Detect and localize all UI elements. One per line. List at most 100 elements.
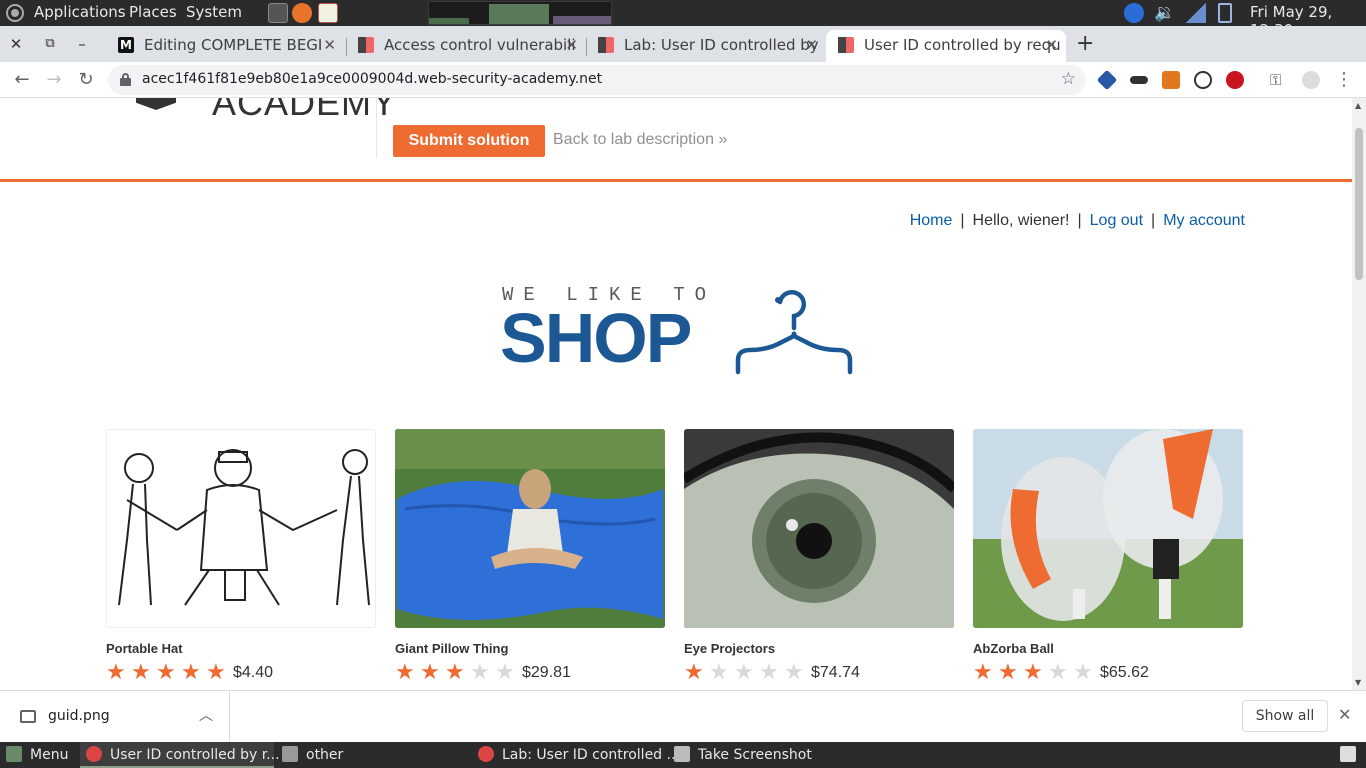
notes-applet-icon[interactable] (1340, 742, 1356, 768)
star-empty-icon: ★ (1073, 660, 1093, 685)
product-image-eye-projectors[interactable] (684, 429, 954, 628)
window-close-icon[interactable]: ✕ (4, 32, 28, 56)
battery-icon[interactable] (1218, 3, 1232, 23)
extension-puzzle-icon[interactable] (1302, 71, 1320, 89)
star-filled-icon: ★ (156, 660, 176, 685)
system-menu[interactable]: System (186, 3, 242, 21)
taskbar-item-screenshot[interactable]: Take Screenshot (674, 742, 812, 768)
lock-icon[interactable] (120, 73, 131, 86)
tab-user-id-lab[interactable]: User ID controlled by requ ✕ (826, 30, 1066, 62)
star-empty-icon: ★ (495, 660, 515, 685)
site-nav: Home | Hello, wiener! | Log out | My account (909, 212, 1245, 229)
url-text[interactable]: acec1f461f81e9eb80e1a9ce0009004d.web-sec… (142, 71, 602, 87)
volume-icon[interactable]: 🔉 (1154, 3, 1175, 23)
scroll-thumb[interactable] (1355, 128, 1363, 280)
product-image-portable-hat[interactable] (106, 429, 376, 628)
lab-header: ACADEMY Submit solution Back to lab desc… (0, 98, 1352, 182)
taskbar-item-chrome[interactable]: Lab: User ID controlled ... (478, 742, 680, 768)
network-signal-icon[interactable] (1186, 3, 1206, 23)
star-filled-icon: ★ (998, 660, 1018, 685)
chrome-icon (86, 746, 102, 762)
show-all-button[interactable]: Show all (1242, 700, 1328, 732)
back-to-lab-link[interactable]: Back to lab description » (553, 131, 727, 149)
bookmark-star-icon[interactable]: ☆ (1061, 69, 1076, 89)
new-tab-button[interactable]: + (1076, 32, 1098, 56)
star-empty-icon: ★ (784, 660, 804, 685)
star-filled-icon: ★ (445, 660, 465, 685)
firefox-launcher-icon[interactable] (292, 3, 312, 23)
my-account-link[interactable]: My account (1163, 212, 1245, 229)
greeting-text: Hello, wiener! (972, 212, 1070, 229)
scroll-up-icon[interactable]: ▲ (1355, 101, 1361, 110)
download-file-name[interactable]: guid.png (48, 708, 110, 724)
page-scrollbar[interactable]: ▲ ▼ (1352, 98, 1366, 690)
product-card[interactable]: AbZorba Ball ★ ★ ★ ★ ★ $65.62 (973, 429, 1243, 686)
adblock-plus-icon[interactable] (1226, 71, 1244, 89)
tab-close-icon[interactable]: ✕ (1045, 30, 1058, 60)
reload-icon[interactable]: ↻ (74, 68, 98, 92)
bottom-taskbar: Menu User ID controlled by r... other La… (0, 742, 1366, 768)
tab-close-icon[interactable]: ✕ (565, 30, 578, 60)
extension-cube-icon[interactable] (1096, 69, 1118, 91)
extension-mask-icon[interactable] (1130, 76, 1148, 84)
extension-user-icon[interactable] (1194, 71, 1212, 89)
window-minimize-icon[interactable]: – (70, 32, 94, 56)
taskbar-menu[interactable]: Menu (6, 742, 68, 768)
tab-lab-description[interactable]: Lab: User ID controlled by ✕ (586, 30, 826, 62)
download-item[interactable]: guid.png ︿ (0, 691, 230, 743)
taskbar-item-folder[interactable]: other (282, 742, 343, 768)
distro-logo-icon (6, 4, 24, 22)
chrome-menu-icon[interactable]: ⋮ (1332, 68, 1356, 92)
star-filled-icon: ★ (1023, 660, 1043, 685)
image-file-icon (20, 710, 36, 723)
folder-icon (282, 746, 298, 762)
top-panel: Applications Places System 🔉 Fri May 29,… (0, 0, 1366, 39)
tab-close-icon[interactable]: ✕ (805, 30, 818, 60)
places-menu[interactable]: Places (129, 3, 177, 21)
tab-access-control[interactable]: Access control vulnerabili ✕ (346, 30, 586, 62)
text-editor-launcher-icon[interactable] (318, 3, 338, 23)
star-filled-icon: ★ (181, 660, 201, 685)
tab-title: User ID controlled by requ (864, 36, 1061, 54)
home-link[interactable]: Home (910, 212, 953, 229)
product-name[interactable]: AbZorba Ball (973, 641, 1243, 656)
logout-link[interactable]: Log out (1090, 212, 1143, 229)
taskbar-item-chrome-active[interactable]: User ID controlled by r... (80, 742, 280, 768)
product-name[interactable]: Giant Pillow Thing (395, 641, 665, 656)
burp-icon (598, 37, 614, 53)
menu-icon (6, 746, 22, 762)
tab-title: Editing COMPLETE BEGI (144, 36, 323, 54)
product-card[interactable]: Portable Hat ★ ★ ★ ★ ★ $4.40 (106, 429, 376, 686)
forward-arrow-icon[interactable]: → (42, 68, 66, 92)
bluetooth-icon[interactable] (1124, 3, 1144, 23)
back-arrow-icon[interactable]: ← (10, 68, 34, 92)
chrome-icon (478, 746, 494, 762)
submit-solution-button[interactable]: Submit solution (393, 125, 545, 157)
metamask-fox-icon[interactable] (1162, 71, 1180, 89)
product-rating: ★ ★ ★ ★ ★ $4.40 (106, 662, 376, 686)
product-name[interactable]: Portable Hat (106, 641, 376, 656)
product-card[interactable]: Eye Projectors ★ ★ ★ ★ ★ $74.74 (684, 429, 954, 686)
tab-title: Access control vulnerabili (384, 36, 576, 54)
product-card[interactable]: Giant Pillow Thing ★ ★ ★ ★ ★ $29.81 (395, 429, 665, 686)
extension-key-icon[interactable]: ⚿ (1270, 71, 1288, 89)
chevron-up-icon[interactable]: ︿ (199, 705, 213, 725)
applications-menu[interactable]: Applications (34, 3, 126, 21)
scroll-down-icon[interactable]: ▼ (1355, 678, 1361, 687)
tab-editing[interactable]: M Editing COMPLETE BEGI ✕ (106, 30, 344, 62)
medium-icon: M (118, 37, 134, 53)
terminal-launcher-icon[interactable] (268, 3, 288, 23)
product-image-giant-pillow[interactable] (395, 429, 665, 628)
product-rating: ★ ★ ★ ★ ★ $65.62 (973, 662, 1243, 686)
address-bar[interactable]: acec1f461f81e9eb80e1a9ce0009004d.web-sec… (108, 65, 1086, 95)
tab-close-icon[interactable]: ✕ (323, 30, 336, 60)
close-icon[interactable]: ✕ (1338, 705, 1351, 724)
academy-logo-icon (136, 98, 176, 110)
hanger-icon (735, 289, 853, 375)
product-name[interactable]: Eye Projectors (684, 641, 954, 656)
star-filled-icon: ★ (131, 660, 151, 685)
academy-logo-text: ACADEMY (212, 98, 398, 123)
product-image-abzorba-ball[interactable] (973, 429, 1243, 628)
window-restore-icon[interactable]: ⧉ (38, 32, 62, 56)
star-empty-icon: ★ (759, 660, 779, 685)
